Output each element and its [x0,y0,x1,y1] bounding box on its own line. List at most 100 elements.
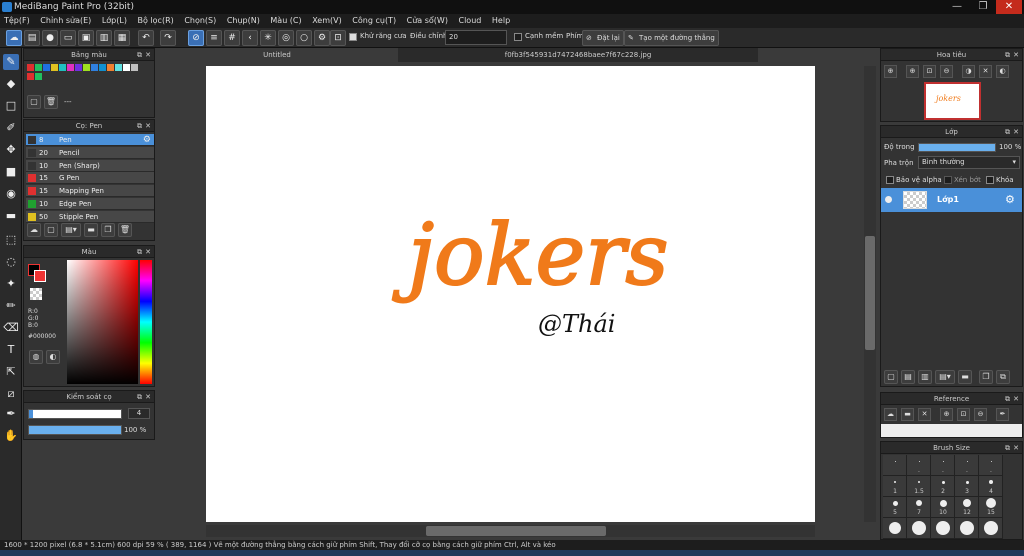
vertical-scroll-thumb[interactable] [865,236,875,350]
palette-swatch[interactable] [107,64,114,71]
comment-icon[interactable]: ● [42,30,58,46]
popout-icon[interactable]: ⧉ [137,49,142,61]
brush-item[interactable]: 8 Pen ⚙ [26,134,154,146]
palette-swatch[interactable] [91,64,98,71]
duplicate-layer-icon[interactable]: ❐ [979,370,993,384]
curve-snap-icon[interactable]: ○ [296,30,312,46]
brush-item[interactable]: 15 Mapping Pen [26,185,154,198]
hue-slider[interactable] [140,260,152,384]
brush-size-value[interactable]: 4 [128,408,150,419]
popout-icon[interactable]: ⧉ [1005,126,1010,138]
brush-size-cell[interactable]: 1 [883,476,907,497]
brush-size-cell[interactable] [883,518,907,539]
brush-cloud-icon[interactable]: ☁ [27,223,41,237]
reference-zoom-in-icon[interactable]: ⊕ [940,408,953,421]
radial-snap-icon[interactable]: ✳ [260,30,276,46]
horizontal-scroll-thumb[interactable] [426,526,606,536]
palette-swatch[interactable] [99,64,106,71]
palette-swatch[interactable] [43,64,50,71]
brush-size-cell[interactable]: 2 [931,476,955,497]
reference-eyedropper-icon[interactable]: ✒ [996,408,1009,421]
add-8bit-layer-icon[interactable]: ▥ [918,370,932,384]
brush-size-cell[interactable]: . [931,455,955,476]
fill-tool-icon[interactable]: ◉ [3,186,19,202]
protect-alpha-checkbox[interactable] [886,176,894,184]
palette-swatch[interactable] [27,64,34,71]
parallel-snap-icon[interactable]: ≡ [206,30,222,46]
palette-swatch[interactable] [115,64,122,71]
brush-size-cell[interactable] [907,518,931,539]
eyedropper-tool-icon[interactable]: ✒ [3,406,19,422]
dot-tool-icon[interactable]: □ [3,98,19,114]
secondary-color-swatch[interactable] [34,270,46,282]
add-layer-menu-icon[interactable]: ▤▾ [935,370,955,384]
menu-color[interactable]: Màu (C) [266,14,305,28]
magic-wand-icon[interactable]: ✦ [3,276,19,292]
add-halftone-layer-icon[interactable]: ▤ [901,370,915,384]
brush-size-cell[interactable] [979,518,1003,539]
brush-add-icon[interactable]: ▤▾ [61,223,81,237]
select-pen-icon[interactable]: ✏ [3,298,19,314]
zoom-out-icon[interactable]: ⊖ [940,65,953,78]
rotate-left-icon[interactable]: ◑ [962,65,975,78]
blend-select[interactable]: Bình thường ▾ [918,156,1020,169]
reference-cloud-icon[interactable]: ☁ [884,408,897,421]
clipping-checkbox[interactable] [944,176,952,184]
brush-size-cell[interactable]: . [955,455,979,476]
brush-size-slider[interactable] [28,409,122,419]
popout-icon[interactable]: ⧉ [1005,442,1010,454]
close-button[interactable]: ✕ [996,0,1022,14]
operation-tool-icon[interactable]: ⇱ [3,364,19,380]
palette-swatch[interactable] [35,64,42,71]
brush-new-icon[interactable]: ▢ [44,223,58,237]
menu-layer[interactable]: Lớp(L) [98,14,131,28]
zoom-in-2-icon[interactable]: ⊕ [906,65,919,78]
lasso-tool-icon[interactable]: ◌ [3,254,19,270]
brush-size-cell[interactable]: . [907,455,931,476]
fit-icon[interactable]: ⊡ [923,65,936,78]
menu-view[interactable]: Xem(V) [308,14,346,28]
reset-rotate-icon[interactable]: ✕ [979,65,992,78]
reference-fit-icon[interactable]: ⊡ [957,408,970,421]
navigator-thumbnail[interactable]: jokers [924,82,981,120]
brush-size-cell[interactable]: 7 [907,497,931,518]
palette-swatch[interactable] [75,64,82,71]
merge-layer-icon[interactable]: ⧉ [996,370,1010,384]
delete-color-icon[interactable]: 🗑 [44,95,58,109]
palette-swatch[interactable] [131,64,138,71]
straight-line-button[interactable]: ✎ Tạo một đường thẳng [624,30,719,46]
close-icon[interactable]: ✕ [1013,49,1019,61]
layer-row[interactable]: Lớp1 ⚙ [881,188,1022,212]
layer-folder-icon[interactable]: ▬ [958,370,972,384]
color-picker-icon[interactable]: ◐ [46,350,60,364]
reset-button[interactable]: ⊘ Đặt lại [582,30,624,46]
hand-tool-icon[interactable]: ✋ [3,428,19,444]
palette-swatch[interactable] [67,64,74,71]
add-layer-icon[interactable]: ▢ [884,370,898,384]
color-saturation-field[interactable] [67,260,138,384]
brush-size-cell[interactable]: 4 [979,476,1003,497]
cloud-icon[interactable]: ☁ [6,30,22,46]
minimize-button[interactable]: — [944,0,970,14]
menu-edit[interactable]: Chỉnh sửa(E) [36,14,95,28]
grid-snap-icon[interactable]: # [224,30,240,46]
brush-settings-icon[interactable]: ⚙ [143,134,151,146]
brush-size-cell[interactable]: 15 [979,497,1003,518]
menu-help[interactable]: Help [488,14,514,28]
add-color-icon[interactable]: ▢ [27,95,41,109]
palette-swatch[interactable] [27,73,34,80]
popout-icon[interactable]: ⧉ [137,391,142,403]
popout-icon[interactable]: ⧉ [137,246,142,258]
drawing-canvas[interactable]: jokers @Thái [206,66,815,522]
close-icon[interactable]: ✕ [1013,126,1019,138]
close-icon[interactable]: ✕ [145,49,151,61]
brush-size-cell[interactable]: 10 [931,497,955,518]
close-icon[interactable]: ✕ [1013,393,1019,405]
more-snap-icon[interactable]: ⊡ [330,30,346,46]
blur-tool-icon[interactable]: ✐ [3,120,19,136]
settings-snap-icon[interactable]: ⚙ [314,30,330,46]
menu-file[interactable]: Tệp(F) [0,14,34,28]
brush-item[interactable]: 20 Pencil [26,146,154,159]
menu-snap[interactable]: Chụp(N) [223,14,264,28]
brush-size-cell[interactable]: . [979,455,1003,476]
